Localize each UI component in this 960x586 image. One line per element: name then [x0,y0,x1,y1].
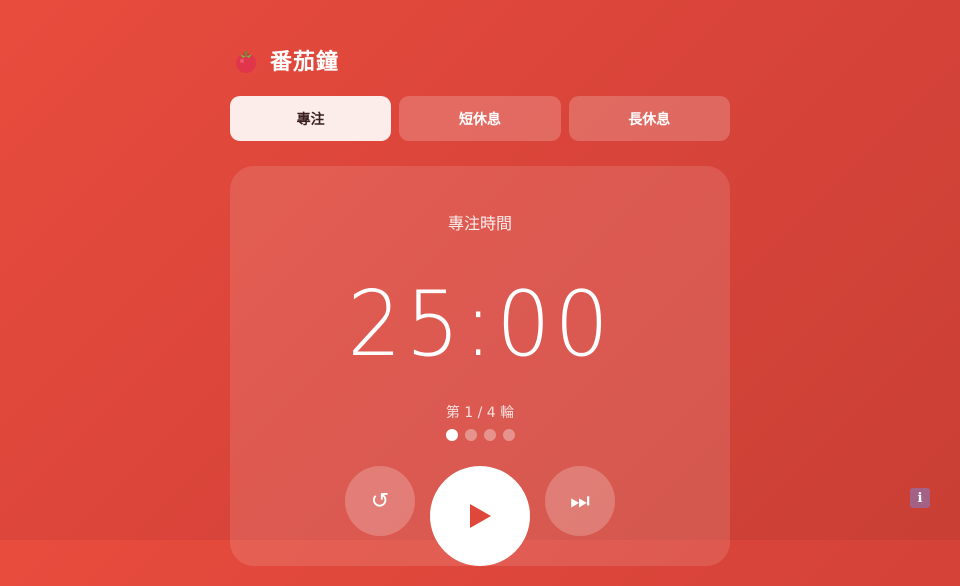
tab-long-break[interactable]: 長休息 [568,96,730,141]
timer-controls: ↺ ⏭ [230,466,730,586]
round-dot [483,429,496,441]
play-icon [470,504,491,528]
app-title: 番茄鐘 [270,50,340,75]
app-header: 番茄鐘 [232,44,339,76]
tomato-icon [236,51,256,73]
reset-icon: ↺ [370,488,390,514]
reset-button[interactable]: ↺ [345,466,415,536]
skip-button[interactable]: ⏭ [545,466,615,536]
round-dot [464,429,477,441]
round-dot [502,429,515,441]
timer-display: 25:00 [347,272,613,377]
timer-card: 專注時間 25:00 第 1 / 4 輪 ↺ ⏭ [230,166,730,566]
mode-label: 專注時間 [447,214,512,233]
round-counter: 第 1 / 4 輪 [445,405,515,421]
mode-tabs: 專注 短休息 長休息 [230,96,730,141]
play-button[interactable] [430,466,530,566]
tab-short-break[interactable]: 短休息 [399,96,561,141]
skip-icon: ⏭ [570,488,590,514]
tab-focus[interactable]: 專注 [230,96,392,141]
round-dot [445,429,458,441]
round-dots [230,429,730,441]
info-icon[interactable]: i [910,488,930,508]
